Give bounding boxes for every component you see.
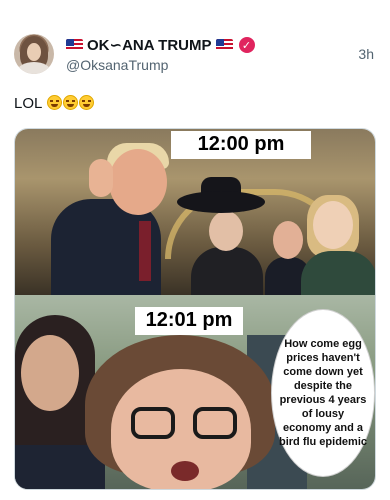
timestamp[interactable]: 3h — [358, 46, 374, 62]
user-handle[interactable]: @OksanaTrump — [66, 57, 168, 73]
meme-top-caption: 12:00 pm — [171, 131, 311, 159]
laughing-emoji-icon — [62, 95, 78, 110]
avatar[interactable] — [14, 34, 54, 74]
us-flag-icon — [215, 39, 233, 51]
laughing-emoji-icon — [78, 95, 94, 110]
us-flag-icon — [66, 39, 83, 51]
speech-bubble: How come egg prices haven't come down ye… — [271, 309, 375, 477]
meme-image[interactable]: 12:00 pm 12:01 pm How come egg prices ha… — [14, 128, 376, 490]
display-name-line[interactable]: OK∽ANA TRUMP ✓ — [66, 36, 255, 54]
speech-bubble-text: How come egg prices haven't come down ye… — [278, 338, 367, 448]
tweet-body: LOL — [14, 95, 42, 112]
laughing-emoji-icon — [46, 95, 62, 110]
tweet-text: LOL — [14, 95, 94, 112]
tweet-header: OK∽ANA TRUMP ✓ @OksanaTrump 3h — [14, 32, 376, 78]
verified-badge-icon: ✓ — [238, 37, 255, 53]
meme-bottom-caption: 12:01 pm — [135, 307, 243, 335]
display-name[interactable]: OK∽ANA TRUMP — [87, 36, 212, 54]
